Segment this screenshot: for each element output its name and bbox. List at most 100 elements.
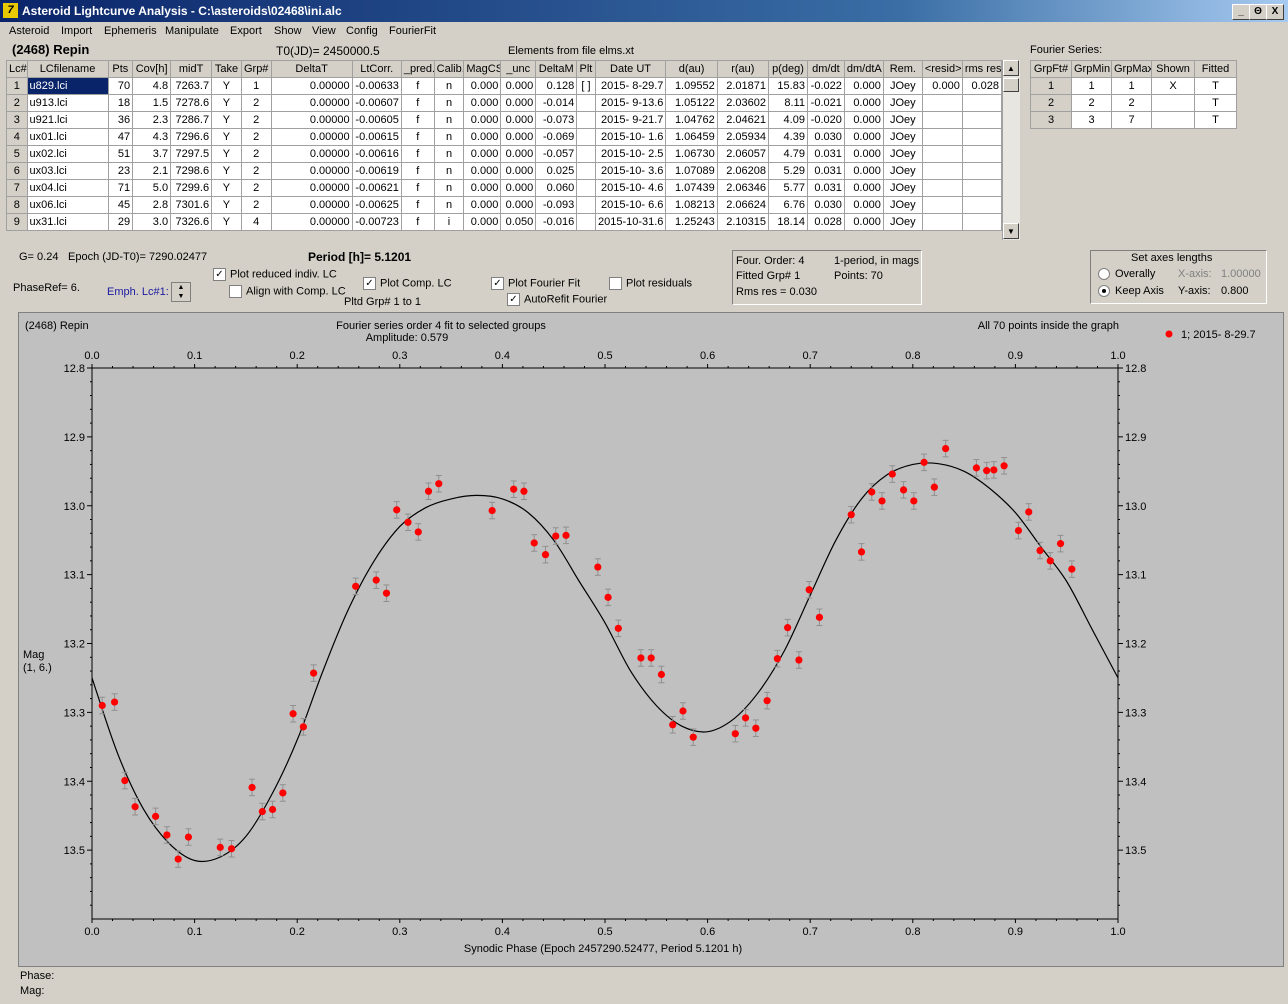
lc-col-header[interactable]: r(au) (716, 60, 769, 78)
table-cell[interactable]: Y (211, 111, 242, 129)
table-cell[interactable]: -0.020 (806, 111, 845, 129)
emph-lc-spinner[interactable]: ▲ ▼ (171, 282, 191, 302)
table-cell[interactable]: 2015-10- 3.6 (594, 162, 667, 180)
plot-reduced-checkbox[interactable]: ✓ Plot reduced indiv. LC (213, 268, 337, 281)
fourier-table-row[interactable]: 337T (1030, 111, 1237, 129)
table-cell[interactable]: 0.000 (843, 162, 884, 180)
lc-col-header[interactable]: DeltaM (535, 60, 578, 78)
plot-fourier-checkbox[interactable]: ✓ Plot Fourier Fit (491, 277, 580, 290)
table-cell[interactable]: -0.00621 (351, 179, 402, 197)
table-cell[interactable]: 2015-10-31.6 (594, 213, 667, 231)
table-cell[interactable]: JOey (882, 162, 923, 180)
table-cell[interactable]: 18 (107, 94, 134, 112)
table-cell[interactable]: 1 (1111, 77, 1152, 95)
table-cell[interactable]: 0.000 (843, 94, 884, 112)
lc-col-header[interactable]: rms res (961, 60, 1003, 78)
fourier-col-header[interactable]: GrpMax (1111, 60, 1152, 78)
lc-col-header[interactable]: Cov[h] (132, 60, 172, 78)
table-cell[interactable]: 70 (107, 77, 134, 95)
table-cell[interactable]: -0.00605 (351, 111, 402, 129)
table-cell[interactable]: 45 (107, 196, 134, 214)
table-cell[interactable]: 2.06624 (716, 196, 769, 214)
table-cell[interactable]: -0.022 (806, 77, 845, 95)
table-cell[interactable]: 29 (107, 213, 134, 231)
table-cell[interactable]: 0.000 (843, 145, 884, 163)
table-cell[interactable]: n (433, 196, 465, 214)
lc-table-row[interactable]: 7 ux04.lci 71 5.0 7299.6 Y 2 0.00000 -0.00621 f n 0… (6, 179, 1003, 197)
table-cell[interactable]: 2.8 (132, 196, 172, 214)
lc-table-row[interactable]: 5 ux02.lci 51 3.7 7297.5 Y 2 0.00000 -0.00616 f n 0… (6, 145, 1003, 163)
table-cell[interactable]: 0.00000 (270, 213, 353, 231)
menu-config[interactable]: Config (346, 25, 378, 37)
table-cell[interactable]: 3.7 (132, 145, 172, 163)
table-cell[interactable]: 6.76 (767, 196, 808, 214)
table-cell[interactable]: 1 (240, 77, 272, 95)
table-cell[interactable]: 1.09552 (665, 77, 718, 95)
row-header[interactable]: 3 (1030, 111, 1072, 129)
maximize-button[interactable]: Θ (1249, 4, 1267, 20)
table-cell[interactable]: 15.83 (767, 77, 808, 95)
table-cell[interactable]: 4.09 (767, 111, 808, 129)
table-cell[interactable]: 2 (1111, 94, 1152, 112)
table-cell[interactable]: ux03.lci (26, 162, 109, 180)
table-cell[interactable] (961, 196, 1003, 214)
table-cell[interactable]: 0.00000 (270, 77, 353, 95)
table-cell[interactable] (961, 128, 1003, 146)
table-cell[interactable]: u913.lci (26, 94, 109, 112)
lc-table-row[interactable]: 8 ux06.lci 45 2.8 7301.6 Y 2 0.00000 -0.00625 f n 0… (6, 196, 1003, 214)
table-cell[interactable]: JOey (882, 77, 923, 95)
table-cell[interactable]: Y (211, 94, 242, 112)
table-cell[interactable]: 2015-10- 4.6 (594, 179, 667, 197)
table-cell[interactable]: [ ] (576, 77, 596, 95)
table-cell[interactable]: -0.00607 (351, 94, 402, 112)
lc-col-header[interactable]: Plt (576, 60, 596, 78)
table-cell[interactable] (921, 111, 963, 129)
lightcurve-table-scrollbar[interactable]: ▲ ▼ (1002, 60, 1020, 240)
table-cell[interactable] (921, 128, 963, 146)
menu-fourierfit[interactable]: FourierFit (389, 25, 436, 37)
table-cell[interactable]: -0.069 (535, 128, 578, 146)
table-cell[interactable]: 0.00000 (270, 145, 353, 163)
table-cell[interactable]: 0.000 (500, 128, 537, 146)
table-cell[interactable] (576, 128, 596, 146)
table-cell[interactable]: n (433, 77, 465, 95)
table-cell[interactable]: 5.77 (767, 179, 808, 197)
table-cell[interactable]: 4 (240, 213, 272, 231)
table-cell[interactable]: 0.00000 (270, 196, 353, 214)
lc-col-header[interactable]: <resid> (921, 60, 963, 78)
table-cell[interactable]: X (1151, 77, 1195, 95)
table-cell[interactable]: 2015-10- 6.6 (594, 196, 667, 214)
table-cell[interactable]: 2.03602 (716, 94, 769, 112)
table-cell[interactable]: n (433, 145, 465, 163)
table-cell[interactable] (961, 213, 1003, 231)
table-cell[interactable]: 2015-10- 2.5 (594, 145, 667, 163)
table-cell[interactable]: f (400, 94, 435, 112)
table-cell[interactable]: 8.11 (767, 94, 808, 112)
table-cell[interactable]: f (400, 162, 435, 180)
table-cell[interactable]: i (433, 213, 465, 231)
autorefit-checkbox[interactable]: ✓ AutoRefit Fourier (507, 293, 607, 306)
table-cell[interactable]: 7 (1111, 111, 1152, 129)
table-cell[interactable]: 2 (1071, 94, 1112, 112)
fourier-table-row[interactable]: 222T (1030, 94, 1237, 112)
table-cell[interactable]: 0.000 (463, 145, 502, 163)
table-cell[interactable]: 0.000 (463, 77, 502, 95)
table-cell[interactable]: 0.028 (961, 77, 1003, 95)
table-cell[interactable]: T (1194, 94, 1237, 112)
table-cell[interactable]: 71 (107, 179, 134, 197)
table-cell[interactable]: 0.00000 (270, 162, 353, 180)
table-cell[interactable]: -0.00616 (351, 145, 402, 163)
table-cell[interactable]: 0.000 (843, 179, 884, 197)
table-cell[interactable]: n (433, 162, 465, 180)
row-header[interactable]: 2 (6, 94, 28, 112)
row-header[interactable]: 3 (6, 111, 28, 129)
table-cell[interactable]: 0.000 (843, 128, 884, 146)
table-cell[interactable]: 7301.6 (170, 196, 213, 214)
table-cell[interactable]: 0.000 (463, 162, 502, 180)
menu-import[interactable]: Import (61, 25, 92, 37)
table-cell[interactable] (961, 162, 1003, 180)
table-cell[interactable]: Y (211, 145, 242, 163)
table-cell[interactable] (921, 213, 963, 231)
lc-table-row[interactable]: 4 ux01.lci 47 4.3 7296.6 Y 2 0.00000 -0.00615 f n 0… (6, 128, 1003, 146)
plot-residuals-checkbox[interactable]: Plot residuals (609, 277, 692, 290)
